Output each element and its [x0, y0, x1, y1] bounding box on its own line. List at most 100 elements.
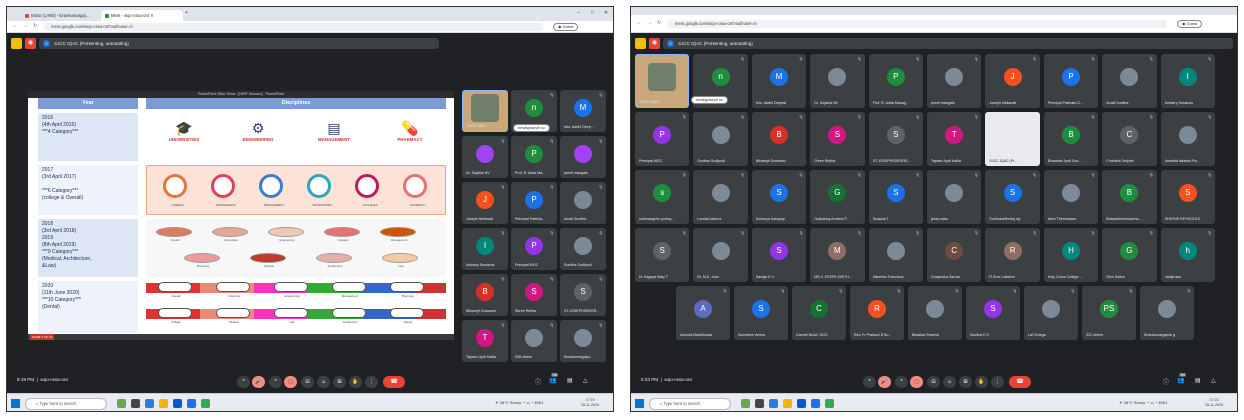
screen-share-tile[interactable]: SJCC IQAC (Pr... [985, 112, 1040, 166]
participant-tile[interactable]: s 🎙 subhrangshu purkay... [635, 170, 690, 224]
participant-tile[interactable]: 🎙 Dr. Sujatha NV [810, 54, 865, 108]
chrome-icon[interactable] [825, 399, 834, 408]
participant-tile[interactable]: I 🎙 Industry Sessions [1160, 54, 1215, 108]
participant-tile[interactable]: 🎙 Sunitha Gudipudi [693, 112, 748, 166]
participant-tile[interactable]: M 🎙 MS.V. DEEPA SWITH... [810, 228, 865, 282]
participant-tile[interactable]: S 🎙 SHAYNE REYNOLDS [1160, 170, 1215, 224]
participant-tile[interactable]: 🎙 jessy sabu [927, 170, 982, 224]
captions-button[interactable]: ⊟ [301, 376, 314, 388]
system-clock[interactable]: 17:23 15-11-2024 [1205, 398, 1223, 408]
participant-tile[interactable]: S 🎙 ST.JOSEPHSDEGRE... [868, 112, 923, 166]
participant-tile[interactable]: M 🎙 Mrs. Aarthi Deepak [751, 54, 807, 108]
more-options-button[interactable]: ⋮ [365, 376, 378, 388]
people-icon[interactable]: 👥 356 [549, 373, 559, 384]
participant-tile[interactable]: 🎙 Anantha lakshmi Pa... [1160, 112, 1215, 166]
participant-tile[interactable]: S 🎙 Swapna T [868, 170, 923, 224]
mail-icon[interactable] [811, 399, 820, 408]
back-icon[interactable]: ← [637, 20, 642, 26]
url-field[interactable]: meet.google.com/wqo-cssa-ont?authuser=0 [43, 23, 543, 31]
participant-tile[interactable]: B 🎙 Bikramjit Goswami [751, 112, 807, 166]
people-icon[interactable]: 👥 356 [1177, 373, 1187, 384]
store-icon[interactable] [797, 399, 806, 408]
camera-off-button[interactable]: ▢ [910, 376, 923, 388]
info-icon[interactable]: ⓘ [535, 377, 541, 386]
guest-profile-button[interactable]: ◉ Guest [553, 23, 579, 31]
participant-tile[interactable]: 🎙 Amali Sunitha [560, 182, 606, 224]
participant-tile[interactable]: C 🎙 Chayanika Sarma [927, 228, 982, 282]
emoji-button[interactable]: ☺ [943, 376, 956, 388]
system-clock[interactable]: 17:19 15-11-2024 [581, 398, 599, 408]
caret-icon[interactable]: ^ [863, 376, 876, 388]
participant-tile[interactable]: C 🎙 Christina Delphin [1102, 112, 1157, 166]
participant-tile[interactable]: 🎙 Dr. Sujatha NV [462, 136, 508, 178]
end-call-button[interactable]: ☎ [1009, 376, 1031, 388]
participant-tile[interactable]: 🎙 Bhaskar Sharma [908, 286, 962, 340]
reload-icon[interactable]: ↻ [657, 20, 661, 26]
participant-tile[interactable]: 🎙 Alice Thermadam [1043, 170, 1099, 224]
participant-tile[interactable]: S 🎙 Sumedha Verma [734, 286, 788, 340]
participant-tile[interactable]: P 🎙 Principal Patricia... [511, 182, 557, 224]
self-tile[interactable]: SJCC IQAC [462, 90, 508, 132]
participant-tile[interactable]: 🎙 Kirankumargajule g [1140, 286, 1194, 340]
caret-icon[interactable]: ^ [237, 376, 250, 388]
participant-tile[interactable]: 🎙 Mieslirho Francisca [868, 228, 923, 282]
participant-tile[interactable]: C 🎙 Carmel NAAC 2022 [792, 286, 846, 340]
participant-tile[interactable]: 🎙 Lal Omega [1024, 286, 1078, 340]
participant-tile[interactable]: J 🎙 Joseph Nellanatt [985, 54, 1040, 108]
participant-tile[interactable]: 🎙 preeti mangale [927, 54, 982, 108]
edge-icon[interactable] [769, 399, 778, 408]
participant-tile[interactable]: 🎙 preeti mangale [560, 136, 606, 178]
captions-button[interactable]: ⊟ [927, 376, 940, 388]
participant-tile[interactable]: S 🎙 Shree Rekha [810, 112, 865, 166]
maximize-icon[interactable]: □ [591, 10, 594, 16]
emoji-button[interactable]: ☺ [317, 376, 330, 388]
participant-tile[interactable]: R 🎙 Rev. Fr Prakash D'Su... [850, 286, 904, 340]
task-view-icon[interactable] [755, 399, 764, 408]
caret-icon[interactable]: ^ [269, 376, 282, 388]
present-button[interactable]: ⊞ [959, 376, 972, 388]
widget-icon[interactable] [117, 399, 126, 408]
widget-icon[interactable] [741, 399, 750, 408]
participant-tile[interactable]: H 🎙 Holy Cross College ... [1043, 228, 1099, 282]
weather-widget[interactable]: ☀ 28°C Sunny ^ ▭ ◔ ENG [1119, 400, 1167, 405]
participant-tile[interactable]: 🎙 328 others [511, 320, 557, 362]
participant-tile[interactable]: P 🎙 Prof. R. Anita Manag... [868, 54, 923, 108]
participant-tile[interactable]: S 🎙 Sanaja D V [751, 228, 807, 282]
raise-hand-button[interactable]: ✋ [975, 376, 988, 388]
url-field[interactable]: meet.google.com/wqo-cssa-ont?authuser=0 [667, 20, 1167, 28]
mail-icon[interactable] [187, 399, 196, 408]
chrome-icon[interactable] [201, 399, 210, 408]
forward-icon[interactable]: → [23, 23, 28, 29]
file-explorer-icon[interactable] [159, 399, 168, 408]
store-icon[interactable] [173, 399, 182, 408]
participant-tile[interactable]: B 🎙 Bikramjit Goswami [462, 274, 508, 316]
mic-off-button[interactable]: 🎤 [878, 376, 891, 388]
participant-tile[interactable]: R 🎙 R.Sree Lakshmi [985, 228, 1040, 282]
reload-icon[interactable]: ↻ [33, 23, 37, 29]
participant-tile[interactable]: 🎙 Loretta Alvarez [693, 170, 748, 224]
mic-off-button[interactable]: 🎤 [252, 376, 265, 388]
new-tab-icon[interactable]: + [185, 10, 188, 16]
participant-tile[interactable]: J 🎙 Joseph Nellanatt [462, 182, 508, 224]
participant-tile[interactable]: S 🎙 SudhakarReddy sjc [985, 170, 1040, 224]
participant-tile[interactable]: 🎙 Kirankumargajul... [560, 320, 606, 362]
participant-tile[interactable]: 🎙 Dr. M.K. Jose [693, 228, 748, 282]
participant-tile[interactable]: S 🎙 Shree Rekha [511, 274, 557, 316]
participant-tile[interactable]: I 🎙 Industry Sessions [462, 228, 508, 270]
participant-tile[interactable]: S 🎙 Dr Sagaya Mary T [635, 228, 690, 282]
weather-widget[interactable]: ☀ 28°C Sunny ^ ▭ ◔ ENG [495, 400, 543, 405]
present-button[interactable]: ⊞ [333, 376, 346, 388]
participant-tile[interactable]: P 🎙 Principal MGC [635, 112, 690, 166]
guest-profile-button[interactable]: ◉ Guest [1177, 20, 1203, 28]
minimize-icon[interactable]: – [577, 10, 580, 16]
stop-present-icon[interactable]: ◉ [649, 38, 660, 49]
participant-tile[interactable]: 🎙 Amali Sunitha [1102, 54, 1157, 108]
participant-tile[interactable]: G 🎙 Gaikulung Andrew P... [810, 170, 865, 224]
camera-off-button[interactable]: ▢ [284, 376, 297, 388]
self-tile[interactable]: SJCC IQAC [635, 54, 690, 108]
participant-tile[interactable]: B 🎙 Bhaswati Jyoti Gos... [1043, 112, 1099, 166]
hand-raise-icon[interactable]: ✋ [635, 38, 646, 49]
participant-tile[interactable]: T 🎙 Tapash Jyoti Kalita [462, 320, 508, 362]
participant-tile[interactable]: S 🎙 Sukanya Kashyap [751, 170, 807, 224]
raise-hand-button[interactable]: ✋ [349, 376, 362, 388]
